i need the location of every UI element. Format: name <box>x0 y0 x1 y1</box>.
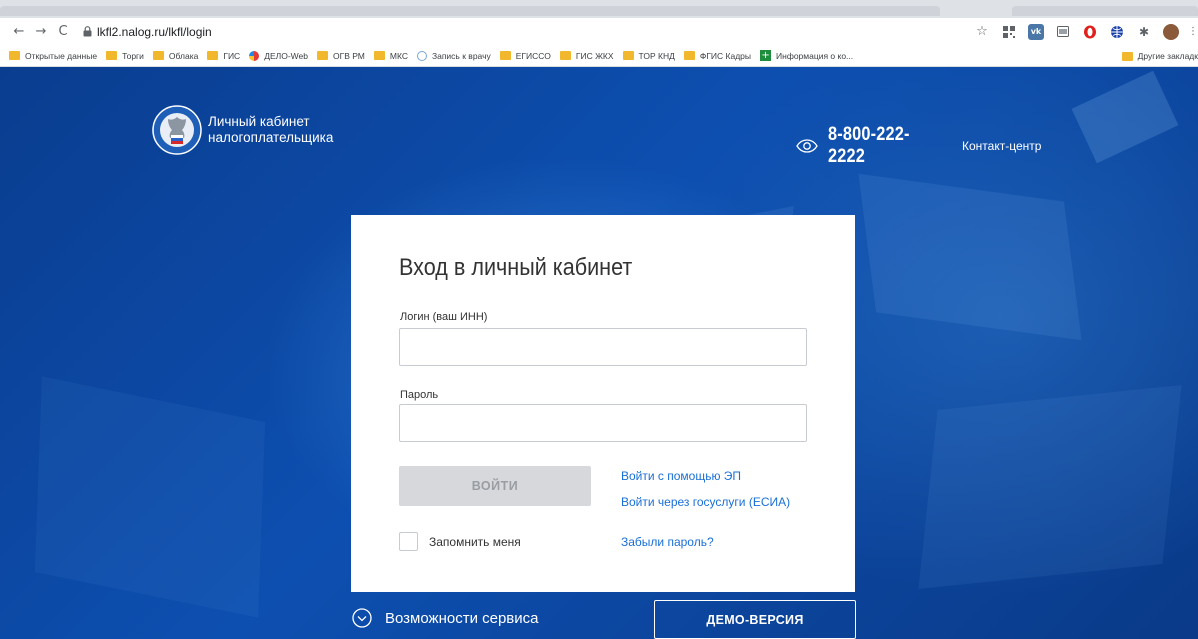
bookmark-label: Запись к врачу <box>431 50 491 61</box>
bookmark-label: Торги <box>122 50 144 61</box>
login-label: Логин (ваш ИНН) <box>400 311 488 323</box>
login-button[interactable]: ВОЙТИ <box>399 466 591 506</box>
back-arrow-icon: ← <box>13 24 25 39</box>
login-with-ep-link[interactable]: Войти с помощью ЭП <box>621 469 741 483</box>
new-tab-area[interactable] <box>1012 6 1198 16</box>
folder-icon <box>207 51 219 60</box>
lock-icon[interactable] <box>82 26 92 38</box>
bookmark-item[interactable]: ГИС <box>207 51 240 61</box>
other-bookmarks[interactable]: Другие закладк <box>1115 45 1198 66</box>
folder-icon <box>106 51 118 60</box>
forward-button[interactable]: → <box>30 21 52 43</box>
forgot-password-link[interactable]: Забыли пароль? <box>621 535 714 549</box>
bookmark-label: ГИС <box>223 50 241 61</box>
star-icon[interactable]: ☆ <box>974 24 990 40</box>
folder-icon <box>316 51 328 60</box>
reload-icon: C <box>58 24 68 39</box>
folder-icon <box>373 51 385 60</box>
browser-toolbar: ← → C lkfl2.nalog.ru/lkfl/login ☆ vk ✱ ⋮ <box>0 18 1198 45</box>
header-contacts: 8-800-222-2222 Контакт-центр <box>796 124 1041 168</box>
folder-icon <box>683 51 695 60</box>
eye-icon[interactable] <box>796 139 818 153</box>
folder-icon <box>9 51 20 60</box>
demo-version-button[interactable]: ДЕМО-ВЕРСИЯ <box>654 600 856 639</box>
bookmark-item[interactable]: + Информация о ко... <box>760 50 853 61</box>
plus-icon: + <box>760 50 772 61</box>
address-bar-url[interactable]: lkfl2.nalog.ru/lkfl/login <box>97 25 212 39</box>
logo-text: Личный кабинет налогоплательщика <box>208 114 333 146</box>
puzzle-extensions-icon[interactable]: ✱ <box>1136 24 1152 40</box>
folder-icon <box>622 51 634 60</box>
qr-extension-icon[interactable] <box>1001 24 1017 40</box>
phone-number[interactable]: 8-800-222-2222 <box>828 124 940 168</box>
folder-icon <box>152 51 164 60</box>
site-logo[interactable]: Личный кабинет налогоплательщика <box>152 105 333 155</box>
bookmark-label: ГИС ЖКХ <box>575 50 614 61</box>
service-features-label: Возможности сервиса <box>385 609 539 627</box>
forward-arrow-icon: → <box>35 24 47 39</box>
password-label: Пароль <box>400 389 439 401</box>
bookmark-item[interactable]: Облака <box>152 50 199 61</box>
bookmark-label: Информация о ко... <box>776 50 854 61</box>
contact-center-label: Контакт-центр <box>962 139 1042 153</box>
bookmark-item[interactable]: МКС <box>373 50 408 61</box>
fns-emblem-icon <box>152 105 202 155</box>
bookmark-item[interactable]: ФГИС Кадры <box>683 50 752 61</box>
doctor-icon <box>416 50 427 61</box>
back-button[interactable]: ← <box>8 21 30 43</box>
password-input[interactable] <box>399 404 807 442</box>
bookmark-label: ДЕЛО-Web <box>264 50 308 61</box>
folder-icon <box>1121 51 1133 61</box>
folder-icon <box>499 51 511 60</box>
login-card: Вход в личный кабинет Логин (ваш ИНН) Па… <box>351 215 855 592</box>
browser-tab[interactable] <box>0 6 940 16</box>
avatar[interactable] <box>1163 23 1179 40</box>
other-bookmarks-label: Другие закладк <box>1137 51 1198 61</box>
decor-shape <box>34 376 266 618</box>
bookmark-label: МКС <box>389 50 408 61</box>
remember-me-checkbox[interactable] <box>399 532 418 551</box>
bookmark-item[interactable]: Открытые данные <box>9 51 97 61</box>
bookmark-item[interactable]: Запись к врачу <box>416 50 491 61</box>
bookmark-item[interactable]: ОГВ РМ <box>316 50 365 61</box>
service-features-toggle[interactable]: Возможности сервиса <box>352 608 539 628</box>
folder-icon <box>559 51 571 60</box>
decor-shape <box>918 384 1182 590</box>
bookmark-label: ЕГИССО <box>515 50 551 61</box>
page-background: Личный кабинет налогоплательщика 8-800-2… <box>0 67 1198 639</box>
bookmark-label: ОГВ РМ <box>332 50 365 61</box>
chevron-down-circle-icon <box>352 608 372 628</box>
window-extension-icon[interactable] <box>1055 24 1071 40</box>
decor-shape <box>1071 70 1179 164</box>
logo-line-1: Личный кабинет <box>208 114 310 129</box>
bookmark-label: ФГИС Кадры <box>699 50 752 61</box>
delo-icon <box>249 50 260 61</box>
bookmark-label: ТОР КНД <box>638 50 675 61</box>
menu-icon[interactable]: ⋮ <box>1188 24 1198 40</box>
login-with-esia-link[interactable]: Войти через госуслуги (ЕСИА) <box>621 495 790 509</box>
bookmark-item[interactable]: ТОР КНД <box>622 50 675 61</box>
bookmark-item[interactable]: ДЕЛО-Web <box>249 50 308 61</box>
remember-me-label[interactable]: Запомнить меня <box>429 535 521 549</box>
bookmarks-bar: Открытые данные Торги Облака ГИС ДЕЛО-Web ОГВ… <box>0 45 1198 67</box>
bookmark-item[interactable]: ЕГИССО <box>499 50 551 61</box>
bookmark-item[interactable]: Торги <box>106 51 144 61</box>
login-input[interactable] <box>399 328 807 366</box>
vk-extension-icon[interactable]: vk <box>1028 23 1044 40</box>
browser-tab-strip <box>0 0 1198 18</box>
globe-extension-icon[interactable] <box>1109 24 1125 40</box>
page-title: Вход в личный кабинет <box>399 254 633 281</box>
reload-button[interactable]: C <box>52 21 74 43</box>
bookmark-label: Открытые данные <box>25 50 98 61</box>
logo-line-2: налогоплательщика <box>208 130 334 145</box>
decor-shape <box>858 173 1082 341</box>
opera-icon[interactable] <box>1082 24 1098 40</box>
bookmark-label: Облака <box>168 50 199 61</box>
bookmark-item[interactable]: ГИС ЖКХ <box>559 50 614 61</box>
